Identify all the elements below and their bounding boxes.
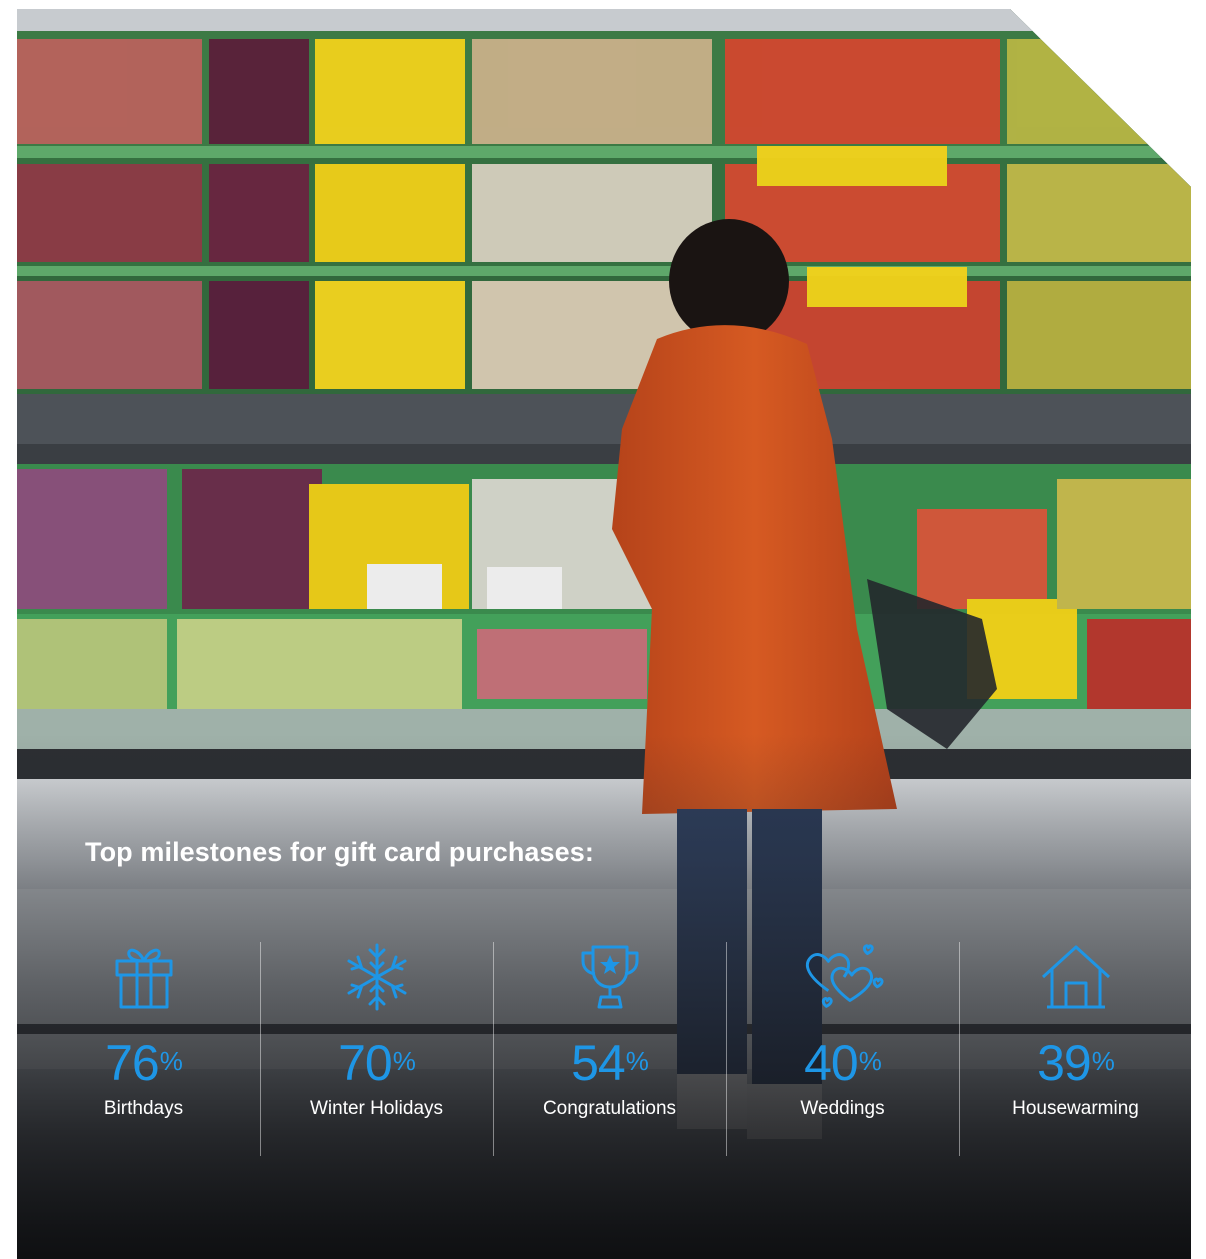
stat-birthdays: 76% Birthdays [27, 929, 260, 1169]
stat-winter-holidays: 70% Winter Holidays [260, 929, 493, 1169]
house-icon [1041, 945, 1110, 1009]
stat-housewarming: 39% Housewarming [959, 929, 1191, 1169]
stat-label: Birthdays [103, 1098, 184, 1119]
percent-sign: % [159, 1046, 183, 1076]
snowflake-icon [347, 943, 406, 1011]
stat-label: Housewarming [1012, 1098, 1139, 1119]
stat-value: 76 [105, 1035, 160, 1091]
stat-value: 40 [804, 1035, 859, 1091]
stat-label: Winter Holidays [309, 1098, 444, 1119]
stat-label: Weddings [800, 1098, 885, 1119]
stat-value: 54 [571, 1035, 626, 1091]
percent-sign: % [858, 1046, 882, 1076]
percent-sign: % [1091, 1046, 1115, 1076]
section-heading: Top milestones for gift card purchases: [85, 837, 594, 867]
percent-sign: % [625, 1046, 649, 1076]
gift-icon [115, 948, 172, 1009]
milestone-stats: 76% Birthdays 70% Winter Holidays 54% Co… [27, 929, 1191, 1169]
trophy-icon [581, 945, 638, 1009]
hearts-icon [805, 944, 884, 1008]
stat-weddings: 40% Weddings [726, 929, 959, 1169]
hero-card: Top milestones for gift card purchases: … [17, 9, 1191, 1259]
stat-value: 70 [338, 1035, 393, 1091]
stat-label: Congratulations [542, 1098, 677, 1119]
stat-congratulations: 54% Congratulations [493, 929, 726, 1169]
stat-value: 39 [1037, 1035, 1092, 1091]
percent-sign: % [392, 1046, 416, 1076]
